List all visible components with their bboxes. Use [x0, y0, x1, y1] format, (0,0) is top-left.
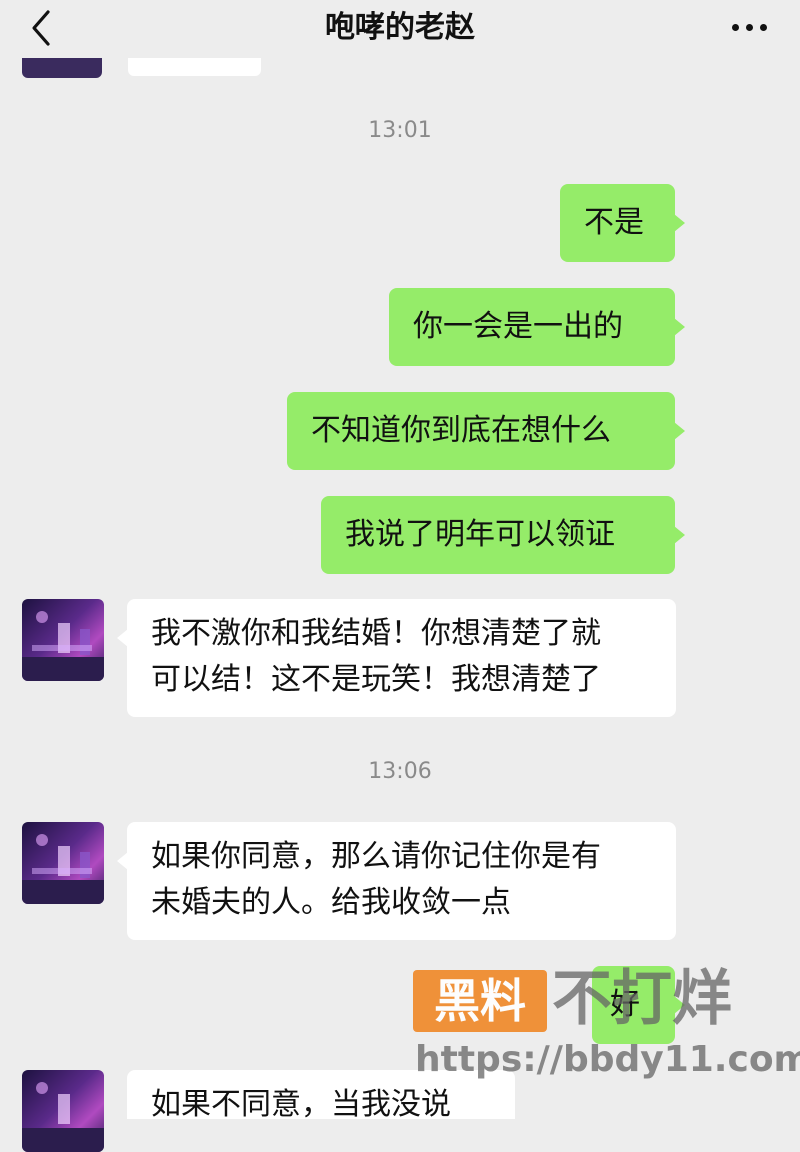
message-text: 我不激你和我结婚！你想清楚了就 — [151, 616, 601, 651]
received-message-bubble[interactable] — [128, 58, 261, 76]
timestamp: 13:06 — [368, 759, 432, 784]
watermark-badge: 黑料 — [413, 970, 547, 1032]
sent-message-bubble[interactable]: 我说了明年可以领证 — [321, 496, 685, 574]
watermark-text: 不打烊 — [552, 964, 732, 1034]
chat-title: 咆哮的老赵 — [325, 10, 475, 45]
more-options-button[interactable] — [730, 20, 770, 36]
message-text: 可以结！这不是玩笑！我想清楚了 — [151, 662, 601, 697]
sent-message-bubble[interactable]: 你一会是一出的 — [389, 288, 685, 366]
avatar-photo — [22, 834, 104, 904]
avatar-photo — [22, 1082, 104, 1152]
contact-avatar[interactable] — [22, 822, 104, 904]
watermark-url: https://bbdy11.com — [415, 1039, 800, 1080]
message-text: 如果你同意，那么请你记住你是有 — [151, 839, 601, 874]
timestamp: 13:01 — [368, 118, 432, 143]
contact-avatar[interactable] — [22, 58, 102, 78]
received-message-bubble[interactable]: 如果你同意，那么请你记住你是有 未婚夫的人。给我收敛一点 — [117, 822, 676, 940]
avatar-photo — [22, 611, 104, 681]
message-text: 如果不同意，当我没说 — [151, 1087, 451, 1119]
received-message-bubble[interactable]: 我不激你和我结婚！你想清楚了就 可以结！这不是玩笑！我想清楚了 — [117, 599, 676, 717]
sent-message-bubble[interactable]: 不知道你到底在想什么 — [287, 392, 685, 470]
more-horizontal-icon — [732, 24, 739, 31]
contact-avatar[interactable] — [22, 1070, 104, 1152]
chat-header: 咆哮的老赵 — [0, 0, 800, 58]
contact-avatar[interactable] — [22, 599, 104, 681]
sent-message-bubble[interactable]: 不是 — [560, 184, 685, 262]
message-text: 未婚夫的人。给我收敛一点 — [151, 885, 511, 920]
